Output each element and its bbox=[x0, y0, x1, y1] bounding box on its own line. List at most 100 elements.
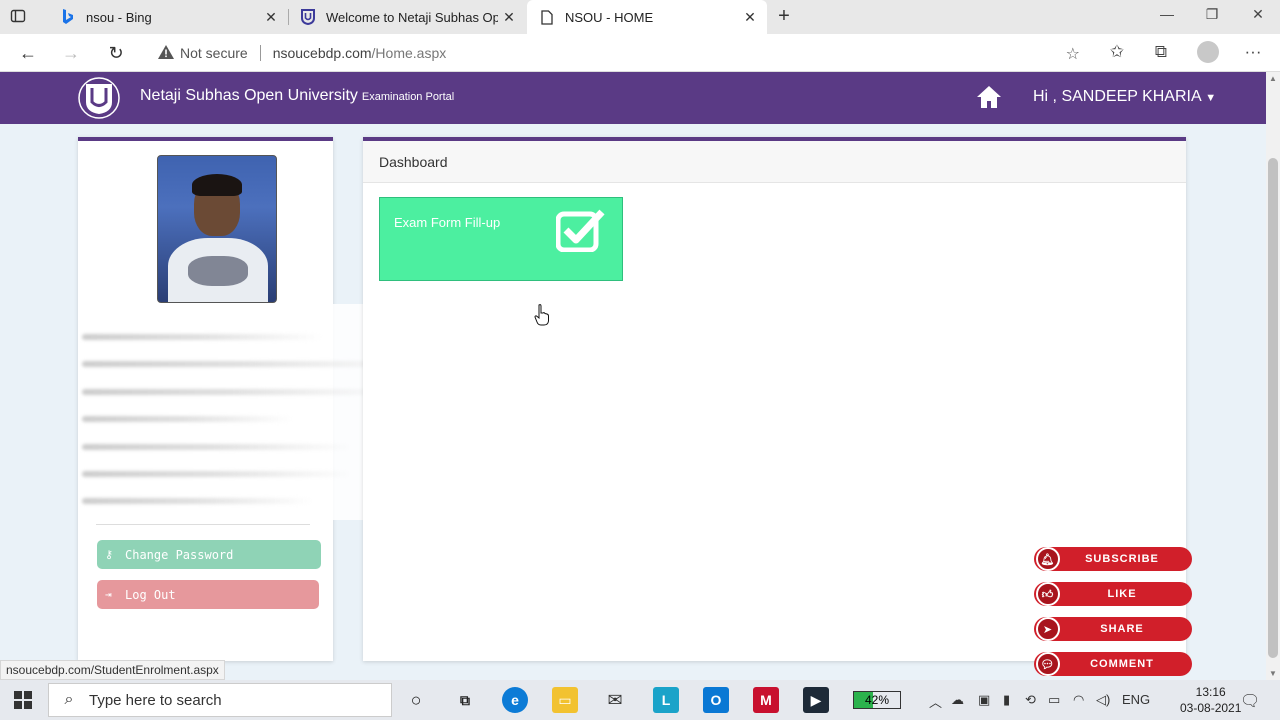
change-password-button[interactable]: ⚷ Change Password bbox=[97, 540, 321, 569]
show-hidden-icons-icon[interactable]: ︿ bbox=[929, 692, 942, 711]
language-indicator[interactable]: ENG bbox=[1122, 692, 1150, 707]
onedrive-icon[interactable]: ☁ bbox=[951, 692, 964, 708]
system-clock[interactable]: 13:16 03-08-2021 bbox=[1180, 684, 1241, 716]
blurred-line bbox=[82, 416, 292, 422]
tab-nsou-welcome[interactable]: Welcome to Netaji Subhas Open ✕ bbox=[288, 0, 526, 34]
profile-photo bbox=[157, 155, 277, 303]
battery-indicator[interactable]: 42% bbox=[853, 691, 901, 709]
battery-percent: 42% bbox=[864, 693, 890, 707]
comment-icon: 💬︎ bbox=[1036, 652, 1060, 676]
tab-title: NSOU - HOME bbox=[565, 9, 654, 25]
like-button[interactable]: 👍︎ LIKE bbox=[1034, 582, 1192, 606]
cortana-icon[interactable]: ○ bbox=[403, 687, 429, 713]
scroll-down-icon[interactable]: ▼ bbox=[1269, 669, 1277, 678]
photo-hair bbox=[192, 174, 242, 196]
dashboard-header: Dashboard bbox=[363, 141, 1186, 183]
change-password-label: Change Password bbox=[125, 547, 234, 562]
log-out-label: Log Out bbox=[125, 587, 176, 602]
link-status-url: nsoucebdp.com/StudentEnrolment.aspx bbox=[0, 660, 225, 680]
sidebar-divider bbox=[96, 524, 310, 525]
exam-form-fill-up-tile[interactable]: Exam Form Fill-up bbox=[379, 197, 623, 281]
task-view-icon[interactable]: ⧉ bbox=[452, 687, 478, 713]
taskbar-search-box[interactable]: ⌕ Type here to search bbox=[48, 683, 392, 717]
clock-time: 13:16 bbox=[1195, 685, 1226, 699]
comment-button[interactable]: 💬︎ COMMENT bbox=[1034, 652, 1192, 676]
url-text: nsoucebdp.com/Home.aspx bbox=[273, 45, 447, 61]
page-icon bbox=[539, 9, 555, 25]
tile-label: Exam Form Fill-up bbox=[394, 215, 501, 230]
bing-icon bbox=[60, 9, 76, 25]
battery-icon[interactable]: ▭ bbox=[1048, 692, 1060, 708]
user-greeting: Hi , SANDEEP KHARIA bbox=[1033, 88, 1201, 105]
tab-nsou-home[interactable]: NSOU - HOME ✕ bbox=[527, 0, 767, 34]
file-explorer-icon[interactable]: ▭ bbox=[552, 687, 578, 713]
profile-avatar-icon[interactable] bbox=[1197, 41, 1219, 63]
scroll-thumb[interactable] bbox=[1268, 158, 1278, 658]
close-tab-icon[interactable]: ✕ bbox=[739, 9, 761, 26]
new-tab-button[interactable]: + bbox=[773, 5, 795, 28]
back-icon[interactable]: ← bbox=[15, 40, 41, 66]
browser-tab-bar: nsou - Bing ✕ Welcome to Netaji Subhas O… bbox=[0, 0, 1280, 34]
warning-icon bbox=[158, 44, 174, 62]
log-out-button[interactable]: ⇥ Log Out bbox=[97, 580, 319, 609]
favorites-icon[interactable]: ✩ bbox=[1105, 42, 1129, 62]
tab-bing[interactable]: nsou - Bing ✕ bbox=[48, 0, 288, 34]
photo-shirt-pattern bbox=[188, 256, 248, 286]
phone-icon[interactable]: ▮ bbox=[1003, 692, 1010, 708]
portal-subtitle: Examination Portal bbox=[361, 91, 455, 103]
close-window-icon[interactable]: ✕ bbox=[1243, 6, 1273, 23]
volume-icon[interactable]: ◁) bbox=[1096, 692, 1110, 708]
windows-taskbar: ⌕ Type here to search ○ ⧉ e ▭ ✉ L O M ▶ … bbox=[0, 680, 1280, 720]
user-menu[interactable]: Hi , SANDEEP KHARIA ▼ bbox=[1033, 88, 1216, 106]
collections-icon[interactable]: ⧉ bbox=[1149, 42, 1173, 62]
sync-icon[interactable]: ⟲ bbox=[1025, 692, 1036, 708]
page-viewport: Netaji Subhas Open University Examination… bbox=[0, 72, 1266, 680]
windows-start-icon[interactable] bbox=[14, 691, 32, 709]
close-tab-icon[interactable]: ✕ bbox=[260, 9, 282, 26]
sign-out-icon: ⇥ bbox=[105, 588, 112, 601]
share-button[interactable]: ➤ SHARE bbox=[1034, 617, 1192, 641]
app-l-icon[interactable]: L bbox=[653, 687, 679, 713]
tab-actions-icon[interactable] bbox=[10, 8, 38, 26]
clock-date: 03-08-2021 bbox=[1180, 701, 1242, 715]
blurred-line bbox=[82, 334, 322, 340]
share-label: SHARE bbox=[1100, 623, 1144, 635]
blurred-line bbox=[82, 471, 352, 477]
device-icon[interactable]: ▣ bbox=[978, 692, 990, 708]
scroll-up-icon[interactable]: ▲ bbox=[1269, 74, 1277, 83]
page-scrollbar[interactable]: ▲ ▼ bbox=[1266, 72, 1280, 680]
video-editor-icon[interactable]: ▶ bbox=[803, 687, 829, 713]
subscribe-label: SUBSCRIBE bbox=[1085, 553, 1159, 565]
tab-title: Welcome to Netaji Subhas Open bbox=[326, 9, 498, 25]
key-icon: ⚷ bbox=[105, 548, 114, 561]
check-square-icon bbox=[556, 209, 605, 252]
search-placeholder: Type here to search bbox=[89, 691, 222, 709]
edge-icon[interactable]: e bbox=[502, 687, 528, 713]
outlook-icon[interactable]: O bbox=[703, 687, 729, 713]
dashboard-title: Dashboard bbox=[379, 154, 448, 170]
address-bar[interactable]: Not secure nsoucebdp.com/Home.aspx ☆ bbox=[144, 38, 1096, 68]
notifications-icon[interactable]: 🗨︎ bbox=[1240, 691, 1260, 711]
more-options-icon[interactable]: ··· bbox=[1241, 42, 1265, 62]
site-header: Netaji Subhas Open University Examination… bbox=[0, 72, 1266, 124]
home-icon[interactable] bbox=[976, 84, 1002, 110]
mail-icon[interactable]: ✉ bbox=[602, 687, 628, 713]
mcafee-icon[interactable]: M bbox=[753, 687, 779, 713]
restore-icon[interactable]: ❐ bbox=[1197, 6, 1227, 23]
subscribe-button[interactable]: 🔔︎ SUBSCRIBE bbox=[1034, 547, 1192, 571]
share-arrow-icon: ➤ bbox=[1036, 617, 1060, 641]
omnibox-separator bbox=[259, 45, 261, 61]
caret-down-icon: ▼ bbox=[1205, 92, 1217, 104]
refresh-icon[interactable]: ↻ bbox=[103, 40, 129, 66]
minimize-icon[interactable]: — bbox=[1152, 6, 1182, 22]
nsou-logo-icon bbox=[78, 77, 120, 119]
wifi-icon[interactable]: ◠ bbox=[1073, 692, 1084, 708]
add-favorite-icon[interactable]: ☆ bbox=[1066, 44, 1080, 64]
blurred-line bbox=[82, 444, 352, 450]
forward-icon[interactable]: → bbox=[58, 40, 84, 66]
blurred-line bbox=[82, 389, 392, 395]
blurred-line bbox=[82, 498, 312, 504]
nsou-shield-icon bbox=[300, 9, 316, 25]
close-tab-icon[interactable]: ✕ bbox=[498, 9, 520, 26]
hand-cursor-icon bbox=[534, 304, 549, 326]
